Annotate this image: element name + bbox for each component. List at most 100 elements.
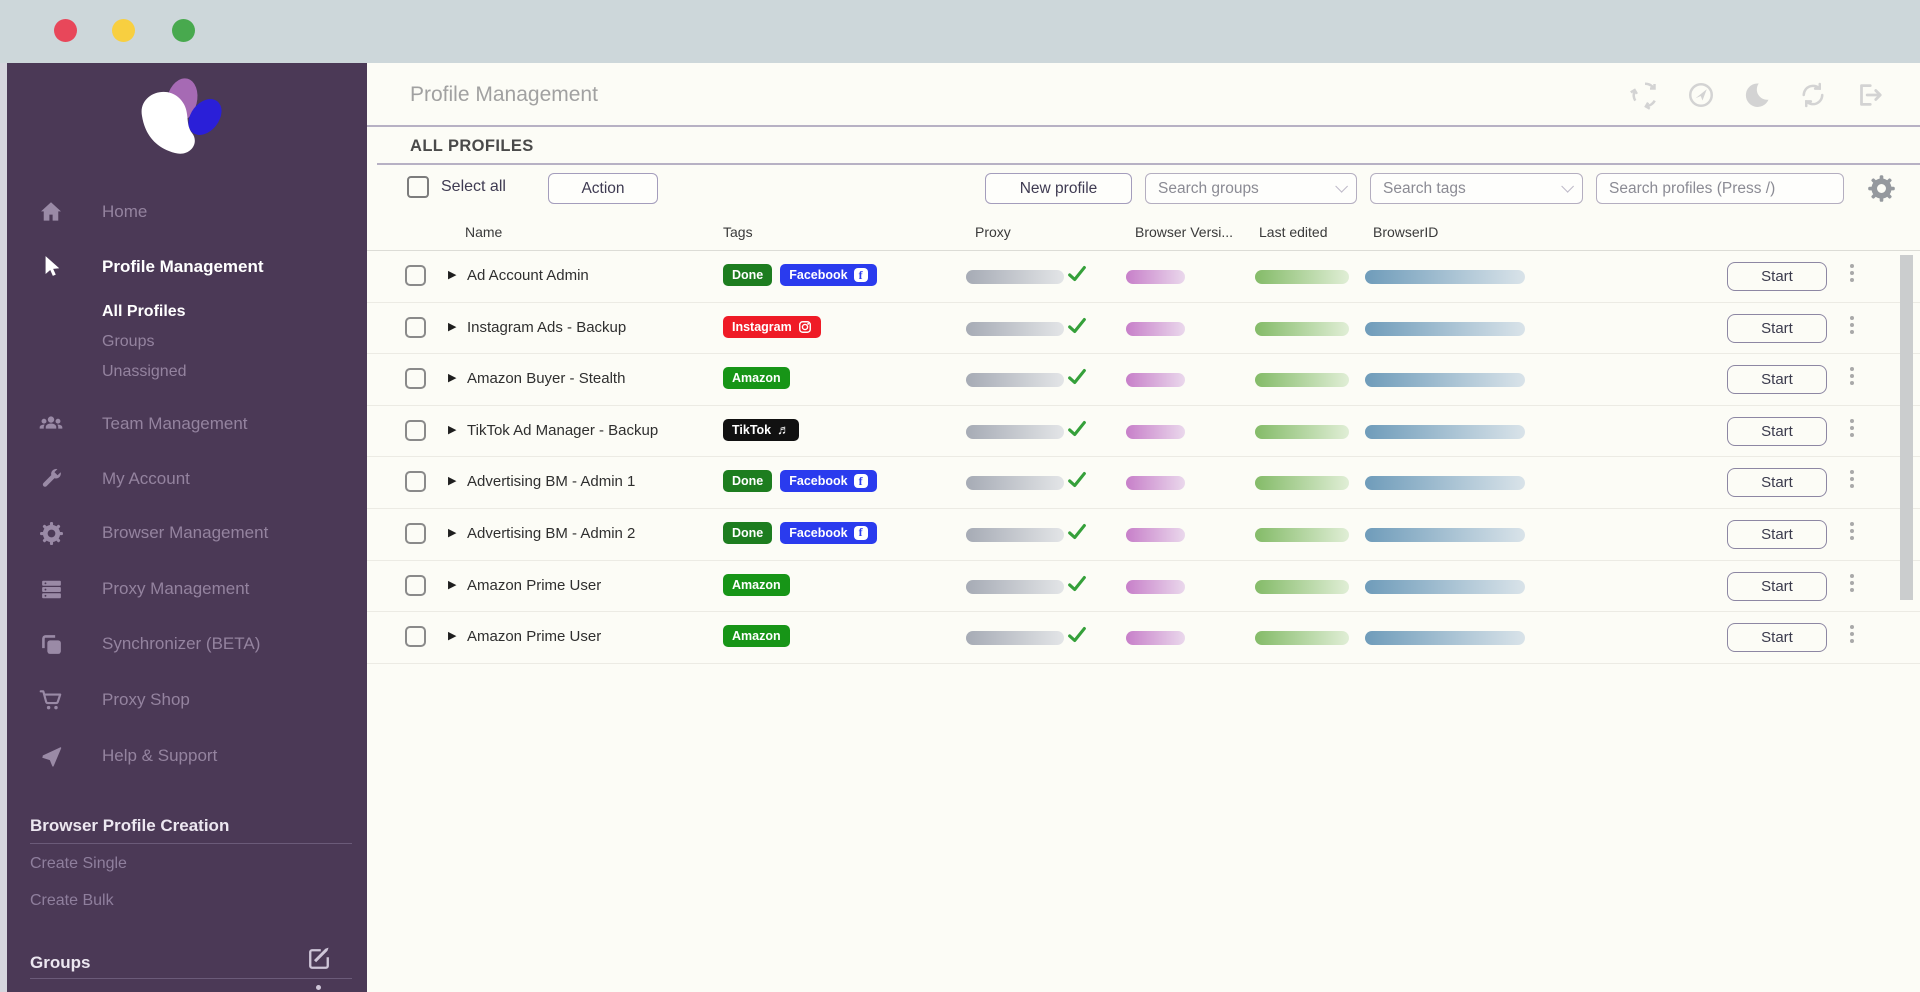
search-groups-select[interactable]: Search groups — [1145, 173, 1357, 204]
expand-caret-icon[interactable]: ▶ — [448, 423, 456, 436]
profile-name[interactable]: Amazon Prime User — [467, 628, 601, 645]
kebab-menu-icon[interactable] — [1850, 573, 1854, 595]
tag-amazon[interactable]: Amazon — [723, 625, 790, 648]
send-circle-icon[interactable] — [1686, 80, 1716, 110]
sidebar-item-browser-management[interactable]: Browser Management — [0, 518, 367, 548]
profile-name[interactable]: Ad Account Admin — [467, 267, 589, 284]
create-single-link[interactable]: Create Single — [30, 855, 127, 873]
tag-done[interactable]: Done — [723, 470, 773, 493]
tag-done[interactable]: Done — [723, 264, 773, 286]
sidebar-item-help-support[interactable]: Help & Support — [0, 741, 367, 771]
action-button[interactable]: Action — [548, 173, 658, 204]
tag-amazon[interactable]: Amazon — [723, 367, 790, 390]
sidebar-item-synchronizer[interactable]: Synchronizer (BETA) — [0, 629, 367, 659]
tag-facebook[interactable]: Facebook f — [780, 521, 877, 544]
layers-icon — [36, 629, 66, 659]
tag-done[interactable]: Done — [723, 521, 773, 544]
tag-tiktok[interactable]: TikTok ♬ — [723, 418, 800, 441]
start-button[interactable]: Start — [1727, 313, 1827, 343]
wrench-icon — [36, 464, 66, 494]
kebab-menu-icon[interactable] — [1850, 264, 1854, 285]
tag-instagram[interactable]: Instagram — [723, 315, 821, 338]
sidebar-item-proxy-management[interactable]: Proxy Management — [0, 574, 367, 604]
start-button[interactable]: Start — [1727, 365, 1827, 395]
minimize-window-button[interactable] — [112, 19, 135, 42]
kebab-menu-icon[interactable] — [1850, 367, 1854, 388]
column-header-last-edited[interactable]: Last edited — [1259, 224, 1328, 240]
tag-facebook[interactable]: Facebook f — [780, 470, 877, 493]
edit-icon[interactable] — [305, 945, 333, 973]
header-divider — [367, 125, 1920, 127]
search-profiles-input[interactable] — [1596, 173, 1844, 204]
sidebar-item-my-account[interactable]: My Account — [0, 464, 367, 494]
row-checkbox[interactable] — [405, 471, 426, 493]
start-button[interactable]: Start — [1727, 416, 1827, 446]
kebab-menu-icon[interactable] — [1850, 315, 1854, 337]
all-profiles-tab[interactable]: ALL PROFILES — [410, 137, 534, 156]
column-header-tags[interactable]: Tags — [723, 224, 753, 240]
refresh-icon[interactable] — [1798, 80, 1828, 110]
column-header-name[interactable]: Name — [465, 224, 502, 240]
recycle-icon[interactable] — [1629, 80, 1660, 111]
row-checkbox[interactable] — [405, 522, 426, 544]
sidebar-item-profile-management[interactable]: Profile Management — [0, 252, 367, 282]
start-button[interactable]: Start — [1727, 468, 1827, 498]
sidebar-item-groups[interactable]: Groups — [0, 327, 367, 357]
start-button[interactable]: Start — [1727, 262, 1827, 291]
tag-facebook[interactable]: Facebook f — [780, 264, 877, 286]
expand-caret-icon[interactable]: ▶ — [448, 578, 456, 591]
create-bulk-link[interactable]: Create Bulk — [30, 892, 114, 910]
profile-name[interactable]: Amazon Buyer - Stealth — [467, 370, 625, 387]
expand-caret-icon[interactable]: ▶ — [448, 268, 456, 281]
sidebar-item-team-management[interactable]: Team Management — [0, 409, 367, 439]
profile-name[interactable]: Amazon Prime User — [467, 577, 601, 594]
tag-amazon[interactable]: Amazon — [723, 573, 790, 596]
select-all-checkbox[interactable] — [407, 176, 429, 198]
groups-kebab-icon[interactable] — [316, 985, 321, 992]
search-tags-select[interactable]: Search tags — [1370, 173, 1583, 204]
sidebar-item-proxy-shop[interactable]: Proxy Shop — [0, 685, 367, 715]
kebab-menu-icon[interactable] — [1850, 418, 1854, 440]
column-header-browser-version[interactable]: Browser Versi... — [1135, 224, 1233, 240]
column-header-proxy[interactable]: Proxy — [975, 224, 1011, 240]
sidebar-item-home[interactable]: Home — [0, 197, 367, 227]
browser-version-redacted-pill — [1126, 476, 1185, 491]
row-checkbox[interactable] — [405, 265, 426, 286]
table-row: ▶ Amazon Prime User Amazon Start — [367, 561, 1920, 613]
dark-mode-moon-icon[interactable] — [1742, 80, 1772, 110]
gear-icon[interactable] — [1867, 174, 1896, 203]
column-header-browser-id[interactable]: BrowserID — [1373, 224, 1438, 240]
expand-caret-icon[interactable]: ▶ — [448, 320, 456, 333]
expand-caret-icon[interactable]: ▶ — [448, 474, 456, 487]
browser-version-redacted-pill — [1126, 424, 1185, 439]
kebab-menu-icon[interactable] — [1850, 625, 1854, 646]
profile-name[interactable]: Advertising BM - Admin 1 — [467, 473, 635, 490]
start-button[interactable]: Start — [1727, 571, 1827, 601]
sidebar-item-all-profiles[interactable]: All Profiles — [0, 297, 367, 327]
sidebar-item-unassigned[interactable]: Unassigned — [0, 357, 367, 387]
toolbar: Select all Action New profile Search gro… — [367, 173, 1920, 207]
expand-caret-icon[interactable]: ▶ — [448, 526, 456, 539]
profile-name[interactable]: Instagram Ads - Backup — [467, 319, 626, 336]
logout-icon[interactable] — [1854, 80, 1884, 110]
new-profile-button[interactable]: New profile — [985, 173, 1132, 204]
cart-icon — [36, 685, 66, 715]
profile-name[interactable]: Advertising BM - Admin 2 — [467, 525, 635, 542]
expand-caret-icon[interactable]: ▶ — [448, 629, 456, 642]
start-button[interactable]: Start — [1727, 623, 1827, 653]
vertical-scrollbar[interactable] — [1900, 255, 1913, 600]
row-checkbox[interactable] — [405, 316, 426, 338]
maximize-window-button[interactable] — [172, 19, 195, 42]
row-checkbox[interactable] — [405, 574, 426, 596]
expand-caret-icon[interactable]: ▶ — [448, 371, 456, 384]
row-checkbox[interactable] — [405, 626, 426, 648]
row-checkbox[interactable] — [405, 419, 426, 441]
start-button[interactable]: Start — [1727, 519, 1827, 549]
profile-name[interactable]: TikTok Ad Manager - Backup — [467, 422, 658, 439]
kebab-menu-icon[interactable] — [1850, 470, 1854, 491]
row-checkbox[interactable] — [405, 368, 426, 390]
kebab-menu-icon[interactable] — [1850, 521, 1854, 543]
close-window-button[interactable] — [54, 19, 77, 42]
browser-version-redacted-pill — [1126, 631, 1185, 646]
table-row: ▶ Advertising BM - Admin 2 Done Facebook f St… — [367, 509, 1920, 561]
